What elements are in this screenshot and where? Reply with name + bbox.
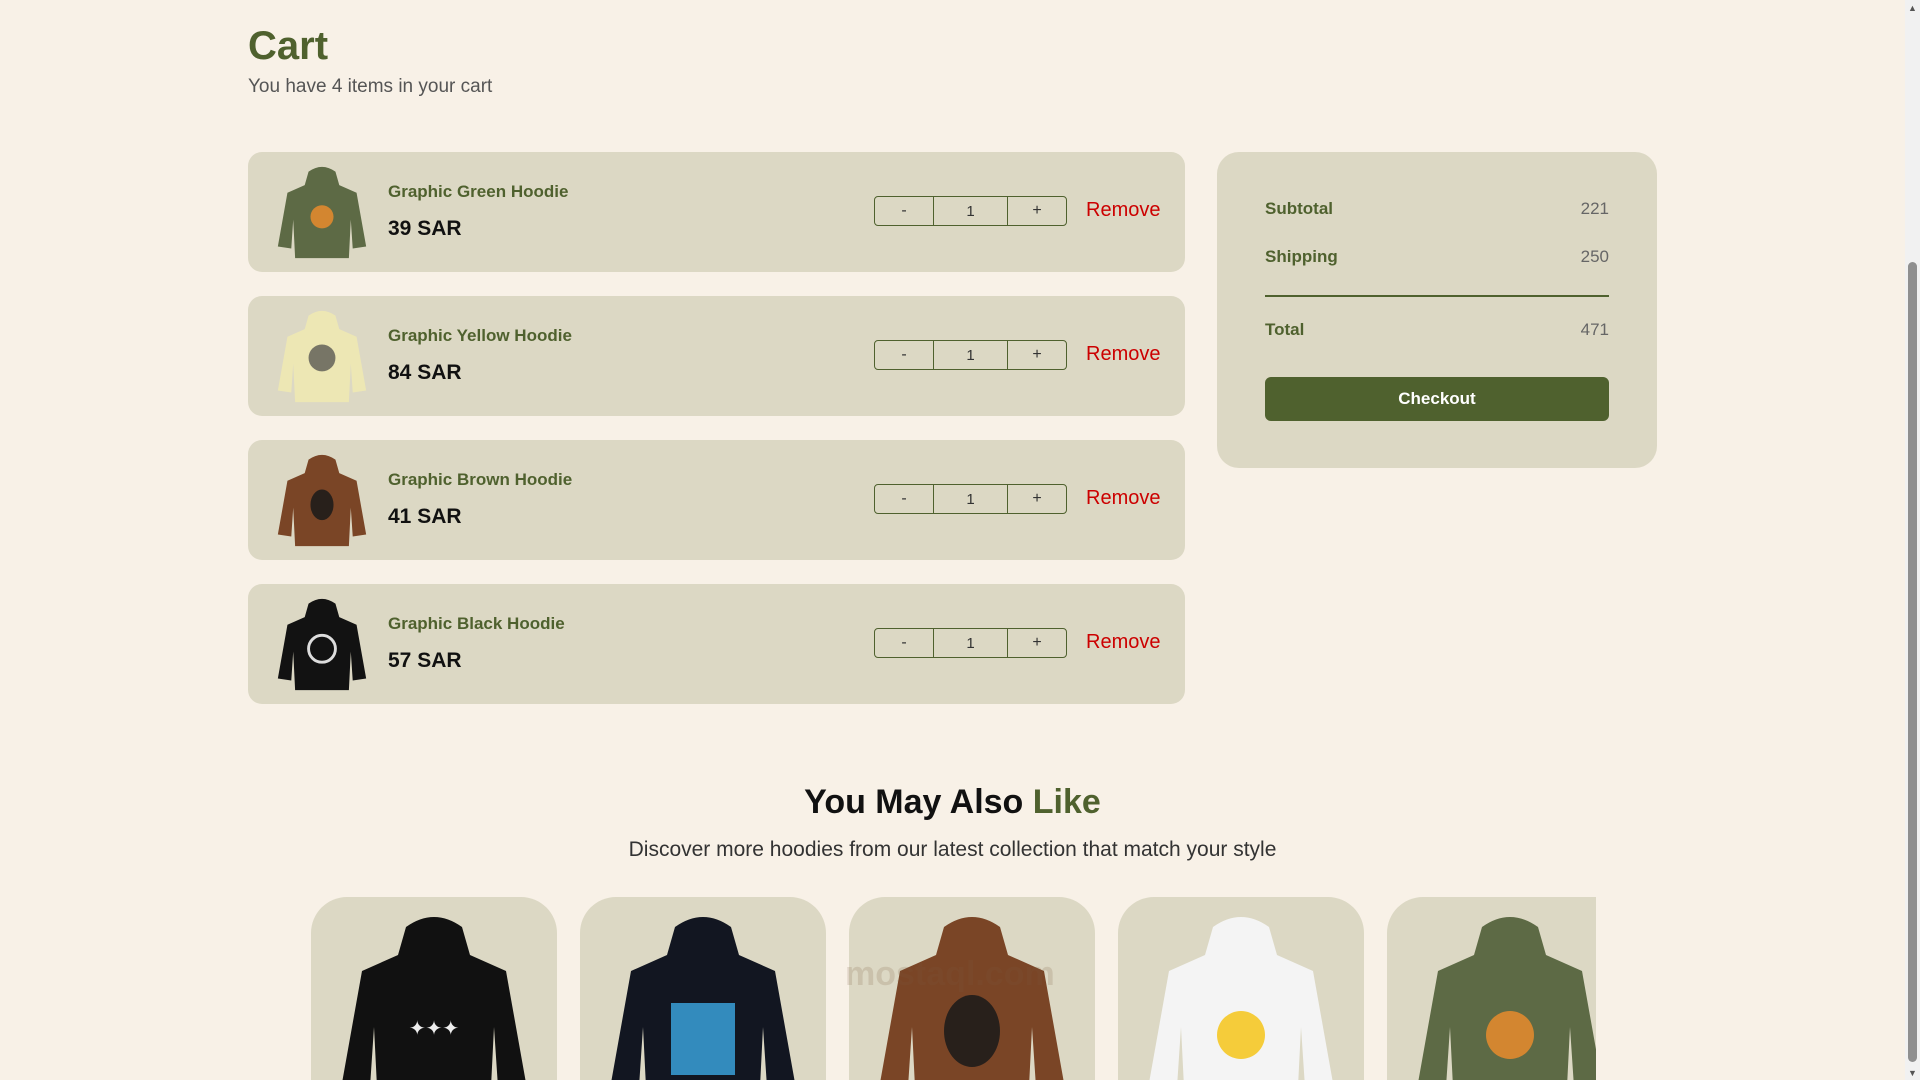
cart-count-text: You have 4 items in your cart	[248, 76, 493, 97]
product-card[interactable]	[580, 897, 826, 1080]
item-name[interactable]: Graphic Black Hoodie	[388, 614, 565, 634]
remove-button[interactable]: Remove	[1086, 343, 1160, 366]
decrease-button[interactable]: -	[875, 629, 933, 657]
subtotal-row: Subtotal 221	[1265, 199, 1609, 219]
recommend-title: You May Also Like	[0, 783, 1905, 822]
watermark: mostaql.com	[845, 955, 1055, 993]
quantity-value[interactable]: 1	[933, 629, 1008, 657]
subtotal-label: Subtotal	[1265, 199, 1333, 218]
decrease-button[interactable]: -	[875, 197, 933, 225]
shipping-value: 250	[1580, 247, 1609, 266]
page-header: Cart You have 4 items in your cart	[248, 22, 492, 98]
remove-button[interactable]: Remove	[1086, 631, 1160, 654]
remove-button[interactable]: Remove	[1086, 487, 1160, 510]
decrease-button[interactable]: -	[875, 341, 933, 369]
hoodie-image	[611, 917, 795, 1080]
quantity-value[interactable]: 1	[933, 485, 1008, 513]
item-price: 57 SAR	[388, 649, 462, 672]
total-value: 471	[1580, 320, 1609, 339]
hoodie-image	[880, 917, 1064, 1080]
item-name[interactable]: Graphic Brown Hoodie	[388, 470, 572, 490]
hoodie-print: ✦✦✦	[409, 1018, 459, 1040]
product-card[interactable]	[1118, 897, 1364, 1080]
cart-item: Graphic Green Hoodie 39 SAR - 1 + Remove	[248, 152, 1185, 272]
order-summary: Subtotal 221 Shipping 250 Total 471 Chec…	[1217, 152, 1657, 468]
hoodie-print	[671, 1003, 735, 1075]
hoodie-print	[1217, 1011, 1265, 1059]
item-price: 39 SAR	[388, 217, 462, 240]
hoodie-image	[1418, 917, 1596, 1080]
hoodie-print	[308, 344, 336, 372]
scroll-up-arrow-icon[interactable]: ▲	[1905, 0, 1920, 15]
total-label: Total	[1265, 320, 1305, 339]
shipping-row: Shipping 250	[1265, 247, 1609, 267]
recommend-subtitle: Discover more hoodies from our latest co…	[628, 838, 1277, 861]
increase-button[interactable]: +	[1008, 197, 1066, 225]
hoodie-print	[310, 489, 334, 521]
item-price: 41 SAR	[388, 505, 462, 528]
item-price: 84 SAR	[388, 361, 462, 384]
quantity-stepper: - 1 +	[874, 628, 1067, 658]
hoodie-image: ✦✦✦	[342, 917, 526, 1080]
hoodie-shape	[277, 598, 367, 691]
product-card[interactable]: ✦✦✦	[311, 897, 557, 1080]
cart-item: Graphic Black Hoodie 57 SAR - 1 + Remove	[248, 584, 1185, 704]
increase-button[interactable]: +	[1008, 485, 1066, 513]
hoodie-shape	[342, 917, 526, 1080]
hoodie-print	[310, 205, 334, 229]
recommend-title-accent: Like	[1032, 783, 1101, 821]
hoodie-image	[277, 310, 367, 403]
page-scrollbar[interactable]: ▲ ▼	[1905, 0, 1920, 1080]
quantity-value[interactable]: 1	[933, 341, 1008, 369]
cart-item: Graphic Yellow Hoodie 84 SAR - 1 + Remov…	[248, 296, 1185, 416]
total-row: Total 471	[1265, 320, 1609, 340]
decrease-button[interactable]: -	[875, 485, 933, 513]
increase-button[interactable]: +	[1008, 341, 1066, 369]
hoodie-print	[1486, 1011, 1534, 1059]
item-name[interactable]: Graphic Green Hoodie	[388, 182, 568, 202]
scroll-down-arrow-icon[interactable]: ▼	[1905, 1065, 1920, 1080]
quantity-stepper: - 1 +	[874, 196, 1067, 226]
hoodie-image	[277, 166, 367, 259]
product-card[interactable]	[1387, 897, 1596, 1080]
hoodie-image	[1149, 917, 1333, 1080]
shipping-label: Shipping	[1265, 247, 1338, 266]
checkout-button[interactable]: Checkout	[1265, 377, 1609, 421]
quantity-value[interactable]: 1	[933, 197, 1008, 225]
hoodie-image	[277, 598, 367, 691]
hoodie-image	[277, 454, 367, 547]
remove-button[interactable]: Remove	[1086, 199, 1160, 222]
scrollbar-thumb[interactable]	[1908, 262, 1917, 1062]
quantity-stepper: - 1 +	[874, 340, 1067, 370]
quantity-stepper: - 1 +	[874, 484, 1067, 514]
page-title: Cart	[248, 24, 329, 68]
cart-list: Graphic Green Hoodie 39 SAR - 1 + Remove…	[248, 152, 1185, 728]
recommend-title-main: You May Also	[804, 783, 1024, 821]
hoodie-print	[944, 995, 1000, 1067]
summary-divider	[1265, 295, 1609, 297]
subtotal-value: 221	[1580, 199, 1609, 218]
increase-button[interactable]: +	[1008, 629, 1066, 657]
item-name[interactable]: Graphic Yellow Hoodie	[388, 326, 572, 346]
cart-item: Graphic Brown Hoodie 41 SAR - 1 + Remove	[248, 440, 1185, 560]
